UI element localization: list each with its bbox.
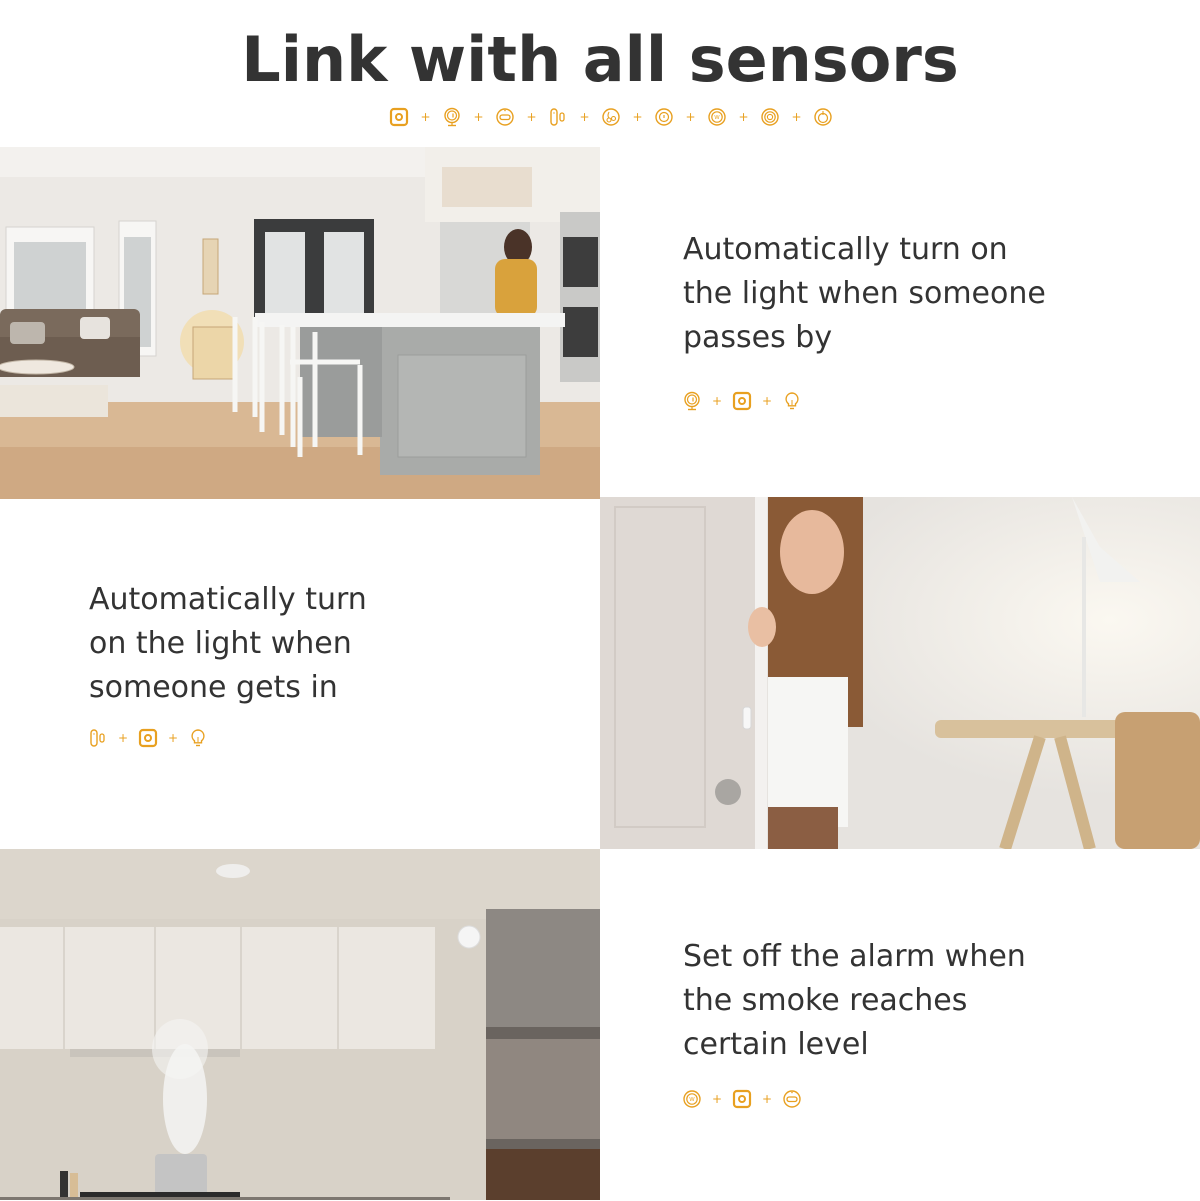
caption-line: someone gets in	[89, 670, 338, 705]
woman-at-door-photo	[600, 497, 1200, 849]
plus-sign: +	[685, 110, 696, 124]
water-leak-sensor-icon	[601, 107, 621, 127]
passes-by-icon-row: + +	[682, 391, 802, 411]
caption-line: passes by	[683, 320, 833, 355]
plus-sign: +	[117, 731, 129, 745]
motion-sensor-icon	[682, 391, 702, 411]
plus-sign: +	[167, 731, 179, 745]
plus-sign: +	[738, 110, 749, 124]
caption-gets-in: Automatically turn on the light when som…	[89, 578, 367, 710]
door-window-sensor-icon	[88, 728, 108, 748]
hub-icon	[138, 728, 158, 748]
plus-sign: +	[473, 110, 484, 124]
gas-detector-icon	[813, 107, 833, 127]
siren-icon	[654, 107, 674, 127]
caption-passes-by: Automatically turn on the light when som…	[683, 228, 1046, 360]
light-bulb-icon	[782, 391, 802, 411]
hub-icon	[732, 1089, 752, 1109]
plus-sign: +	[711, 394, 723, 408]
caption-line: Automatically turn	[89, 582, 367, 617]
smoke-detector-icon	[682, 1089, 702, 1109]
gets-in-icon-row: + +	[88, 728, 208, 748]
motion-sensor-icon	[442, 107, 462, 127]
door-window-sensor-icon	[548, 107, 568, 127]
plus-sign: +	[632, 110, 643, 124]
smoke-detector-icon	[495, 107, 515, 127]
smoke-alarm-icon-row: + +	[682, 1089, 802, 1109]
light-bulb-icon	[188, 728, 208, 748]
plus-sign: +	[711, 1092, 723, 1106]
temperature-sensor-icon	[707, 107, 727, 127]
caption-line: the smoke reaches	[683, 983, 968, 1018]
kitchen-smoke-photo	[0, 849, 600, 1201]
caption-line: the light when someone	[683, 276, 1046, 311]
caption-line: on the light when	[89, 626, 352, 661]
siren-icon	[782, 1089, 802, 1109]
living-room-kitchen-photo	[0, 147, 600, 499]
page-title: Link with all sensors	[241, 23, 959, 96]
plus-sign: +	[761, 1092, 773, 1106]
plus-sign: +	[420, 110, 431, 124]
plus-sign: +	[526, 110, 537, 124]
caption-smoke-alarm: Set off the alarm when the smoke reaches…	[683, 935, 1026, 1067]
hub-icon	[732, 391, 752, 411]
plus-sign: +	[579, 110, 590, 124]
all-sensors-icon-row: + + + + + + + +	[389, 107, 833, 127]
button-icon	[760, 107, 780, 127]
plus-sign: +	[791, 110, 802, 124]
caption-line: Set off the alarm when	[683, 939, 1026, 974]
caption-line: Automatically turn on	[683, 232, 1008, 267]
caption-line: certain level	[683, 1027, 869, 1062]
plus-sign: +	[761, 394, 773, 408]
hub-icon	[389, 107, 409, 127]
